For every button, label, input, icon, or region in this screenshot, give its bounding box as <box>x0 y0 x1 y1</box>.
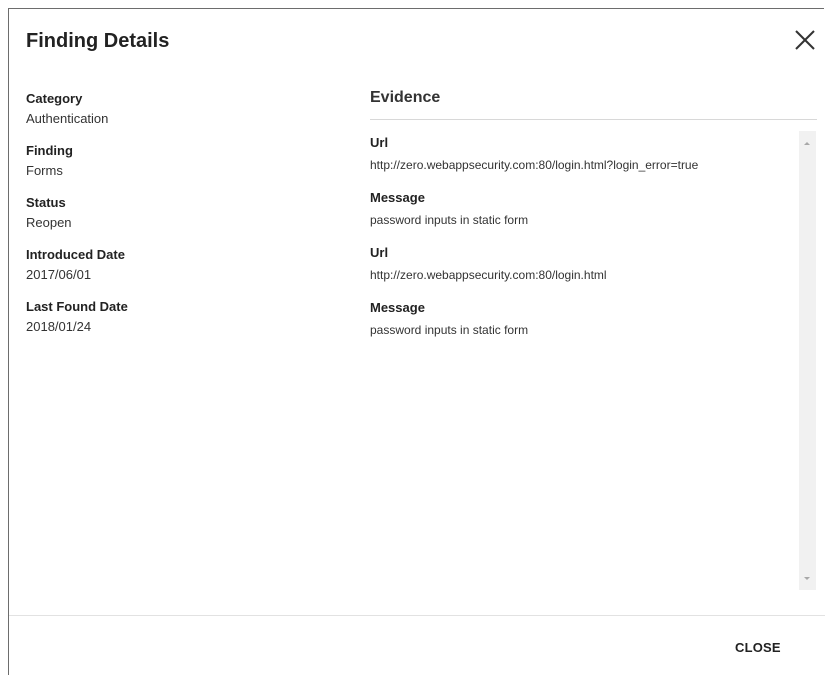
dialog-title: Finding Details <box>26 30 170 52</box>
detail-introduced-date: Introduced Date 2017/06/01 <box>26 246 326 283</box>
detail-value: 2018/01/24 <box>26 319 92 334</box>
details-panel: Category Authentication Finding Forms St… <box>26 90 326 350</box>
detail-last-found-date: Last Found Date 2018/01/24 <box>26 298 326 335</box>
evidence-item: Message password inputs in static form <box>370 189 790 228</box>
evidence-item: Url http://zero.webappsecurity.com:80/lo… <box>370 244 790 283</box>
detail-label: Category <box>26 91 83 106</box>
evidence-label: Url <box>370 245 389 260</box>
evidence-heading: Evidence <box>370 89 441 106</box>
evidence-label: Message <box>370 300 425 315</box>
detail-label: Finding <box>26 143 73 158</box>
evidence-value: http://zero.webappsecurity.com:80/login.… <box>370 268 607 282</box>
detail-label: Introduced Date <box>26 247 125 262</box>
scroll-down-arrow-icon[interactable] <box>804 577 810 580</box>
footer-divider <box>9 615 825 616</box>
detail-value: 2017/06/01 <box>26 267 92 282</box>
finding-details-dialog: Finding Details Category Authentication … <box>8 8 825 675</box>
detail-finding: Finding Forms <box>26 142 326 179</box>
detail-value: Authentication <box>26 111 109 126</box>
close-button[interactable]: CLOSE <box>735 640 781 655</box>
detail-value: Reopen <box>26 215 72 230</box>
detail-label: Last Found Date <box>26 299 128 314</box>
detail-label: Status <box>26 195 66 210</box>
evidence-value: http://zero.webappsecurity.com:80/login.… <box>370 158 699 172</box>
evidence-item: Message password inputs in static form <box>370 299 790 338</box>
evidence-label: Message <box>370 190 425 205</box>
evidence-label: Url <box>370 135 389 150</box>
evidence-divider <box>370 119 817 120</box>
scroll-up-arrow-icon[interactable] <box>804 142 810 145</box>
detail-status: Status Reopen <box>26 194 326 231</box>
evidence-value: password inputs in static form <box>370 213 529 227</box>
evidence-list: Url http://zero.webappsecurity.com:80/lo… <box>370 134 790 354</box>
evidence-value: password inputs in static form <box>370 323 529 337</box>
detail-value: Forms <box>26 163 63 178</box>
evidence-scrollbar[interactable] <box>799 131 816 590</box>
close-icon[interactable] <box>793 28 817 52</box>
detail-category: Category Authentication <box>26 90 326 127</box>
evidence-item: Url http://zero.webappsecurity.com:80/lo… <box>370 134 790 173</box>
